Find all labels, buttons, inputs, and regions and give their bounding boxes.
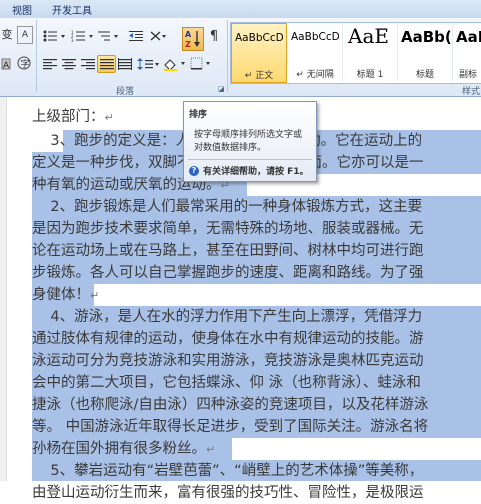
styles-group-label: 样式 [462,87,481,97]
tooltip-body: 按字母顺序排列所选文字或对数值数据排序。 [194,130,303,153]
paragraph-mark-icon: ↵ [104,111,114,124]
style-name: 标题 [415,70,434,80]
doc-line: 会中的第二大项目，它包括蝶泳、仰 泳（也称背泳）、蛙泳和 [32,375,421,391]
show-marks-button[interactable]: ¶ [206,28,222,44]
style-name: 标题 1 [356,70,384,80]
doc-line: 泳运动可分为竞技游泳和实用游泳，竞技游泳是奥林匹克运动 [32,353,424,369]
enclose-char-icon[interactable]: 字 [16,55,31,71]
help-icon: ? [189,165,199,176]
doc-line: 步锻炼。各人可以自己掌握跑步的速度、距离和路线。为了强 [32,265,424,281]
style-no-spacing[interactable]: AaBbCcD ↵ 无间隔 [288,23,343,81]
align-left-button[interactable] [42,56,58,72]
style-name: 副标 [459,70,478,80]
left-margin-bar [0,97,7,481]
tab-view[interactable]: 视图 [12,2,32,17]
style-normal[interactable]: AaBbCcD ↵ 正文 [231,23,287,83]
style-name: ↵ 正文 [244,71,274,81]
tooltip-title: 排序 [189,110,208,120]
doc-line: 4、游泳，是人在水的浮力作用下产生向上漂浮，凭借浮力 [32,309,423,325]
tooltip-divider [188,159,312,160]
style-sample: AaBbCcD [235,32,284,44]
char-border-button[interactable]: A [17,26,33,44]
doc-line: 身健体！↵ [32,284,481,306]
line-spacing-button[interactable] [137,56,159,72]
tab-developer[interactable]: 开发工具 [52,2,92,17]
svg-text:A: A [3,61,10,70]
style-subtitle[interactable]: AaB 副标 [453,23,481,81]
doc-line: 通过肢体有规律的运动，使身体在水中有规律运动的技能。游 [32,331,424,347]
bullets-button[interactable] [42,28,68,44]
numbering-button[interactable]: 123 [70,28,96,44]
doc-line: 5、攀岩运动有“岩壁芭蕾”、“峭壁上的艺术体操”等美称， [32,463,424,479]
borders-button[interactable] [190,56,214,72]
sort-button[interactable]: AZ [182,27,204,51]
svg-text:A: A [185,30,192,39]
paragraph-dialog-launcher-icon[interactable]: ◪ [218,85,225,93]
style-sample: AaE [348,24,389,48]
ribbon: 变 A A 字 123 AZ ¶ 段落 ◪ AaBbCcD ↵ 正文 AaBbC… [0,18,481,97]
style-sample: AaB [456,28,481,46]
paragraph-mark-icon: ↵ [206,443,216,456]
doc-line-text: 孙杨在国外拥有很多粉丝。 [32,441,206,457]
char-shading-icon[interactable]: A [0,56,12,72]
doc-line: 2、跑步锻炼是人们最常采用的一种身体锻炼方式，这主要 [32,199,423,215]
style-sample: AaBbCcD [291,31,340,43]
shading-button[interactable] [163,56,187,72]
tooltip-help-text: 有关详细帮助，请按 F1。 [203,167,309,177]
style-title[interactable]: AaBb( 标题 [398,23,453,81]
doc-line-text: 身健体！ [32,287,90,303]
change-case-button[interactable]: 变 [0,26,14,42]
styles-gallery: AaBbCcD ↵ 正文 AaBbCcD ↵ 无间隔 AaE 标题 1 AaBb… [230,22,481,84]
paragraph-group-label: 段落 [116,87,135,97]
style-heading-1[interactable]: AaE 标题 1 [343,23,398,81]
svg-text:Z: Z [185,40,191,49]
ribbon-tab-row: 视图 开发工具 [0,0,481,19]
group-separator [36,20,37,92]
doc-line: 论在运动场上或在马路上，甚至在田野间、树林中均可进行跑 [32,243,424,259]
doc-line: 捷泳（也称爬泳/自由泳）四种泳姿的竞速项目，以及花样游泳 [32,397,429,413]
sort-tooltip: 排序 按字母顺序排列所选文字或对数值数据排序。 ? 有关详细帮助，请按 F1。 [183,101,317,182]
decrease-indent-button[interactable] [128,28,144,44]
align-right-button[interactable] [80,56,96,72]
svg-text:3: 3 [71,38,74,42]
doc-line: 是因为跑步技术要求简单，无需特殊的场地、服装或器械。无 [32,221,424,237]
paragraph-mark-icon: ↵ [90,289,100,302]
doc-line: 等。 中国游泳近年取得长足进步，受到了国际关注。游泳名将 [32,419,429,435]
justify-button[interactable] [97,55,116,73]
doc-line-text: 上级部门： [32,109,105,125]
doc-line: 孙杨在国外拥有很多粉丝。↵ [32,438,481,460]
distributed-button[interactable] [117,56,133,72]
doc-line: 由登山运动衍生而来，富有很强的技巧性、冒险性，是极限运 [32,485,424,501]
group-separator [227,20,228,92]
multilevel-list-button[interactable] [97,28,123,44]
align-center-button[interactable] [61,56,77,72]
increase-indent-button[interactable] [150,28,166,44]
svg-text:字: 字 [20,58,29,70]
tooltip-help: ? 有关详细帮助，请按 F1。 [189,164,309,177]
style-name: ↵ 无间隔 [296,70,334,80]
style-sample: AaBb( [401,28,452,46]
